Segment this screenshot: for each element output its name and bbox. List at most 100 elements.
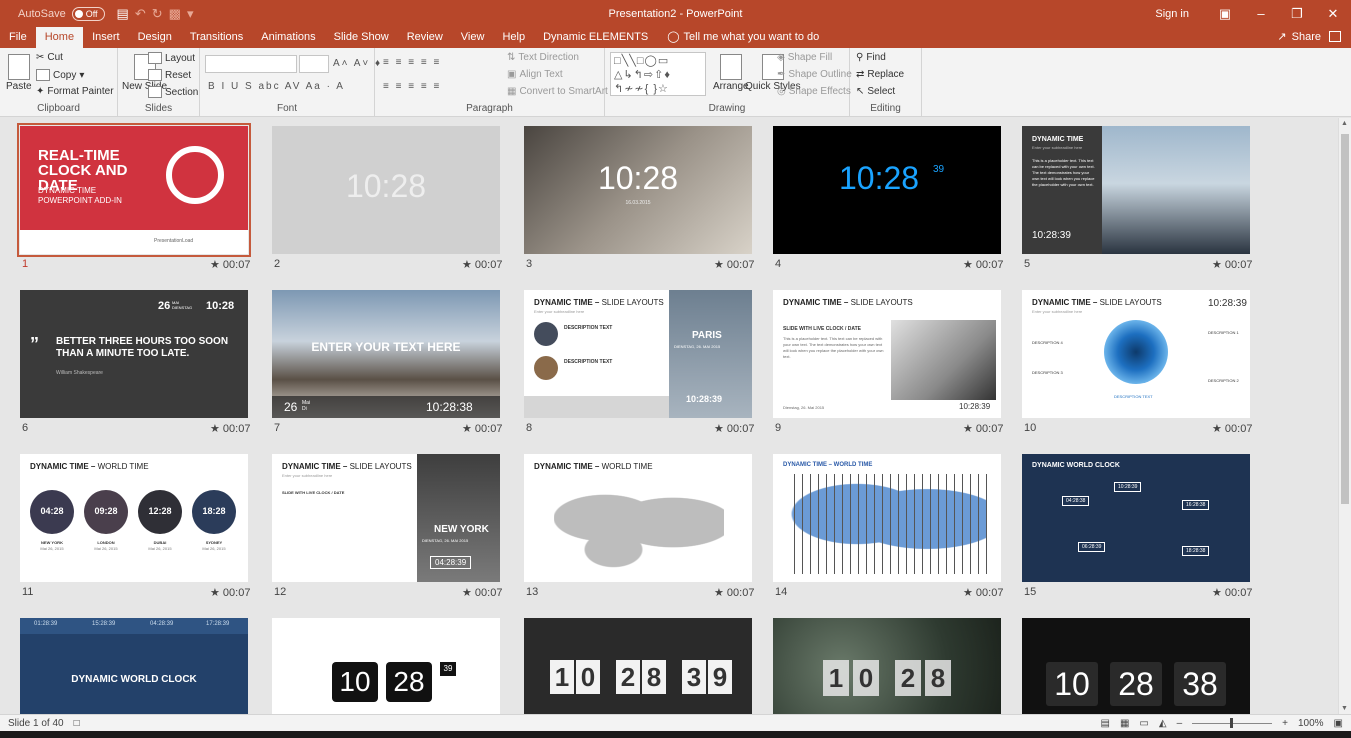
slide-thumbnail[interactable]: DYNAMIC TIME – WORLD TIME [773,454,1001,582]
slide-headline: ENTER YOUR TEXT HERE [311,340,461,354]
slide-thumbnail[interactable]: 10 28 38 [1022,618,1250,714]
alignment-buttons[interactable]: ≡ ≡ ≡ ≡ ≡ [383,81,441,92]
slide-number: 13 [526,586,539,598]
shape-fill-button[interactable]: ◈ Shape Fill [777,52,832,63]
slide-timing: ★ 00:07 [963,587,1004,599]
slide-thumbnail[interactable]: DYNAMIC TIME – SLIDE LAYOUTS SLIDE WITH … [773,290,1001,418]
slide-show-view-icon[interactable]: ◭ [1159,718,1167,729]
logo: PresentationLoad [154,238,194,244]
copy-icon [36,69,50,81]
slide-thumbnail[interactable]: DYNAMIC TIME – SLIDE LAYOUTS Enter your … [1022,290,1250,418]
find-button[interactable]: ⚲ Find [856,52,886,63]
reset-button[interactable]: Reset [148,69,191,81]
cut-button[interactable]: ✂ Cut [36,52,63,63]
date-display: DIENSTAG, 26. MAI 2015 [674,344,721,349]
slide-timing: ★ 00:07 [714,587,755,599]
slide-thumbnail[interactable]: DYNAMIC TIME – SLIDE LAYOUTS Enter your … [524,290,752,418]
replace-button[interactable]: ⇄ Replace [856,69,904,80]
clock-display: 15:28:39 [92,621,116,627]
font-format-buttons[interactable]: B I U S abc AV Aa · A [208,81,345,92]
slide-thumbnail[interactable]: 10:28 [272,126,500,254]
zoom-level[interactable]: 100% [1298,718,1324,729]
close-button[interactable]: ✕ [1315,6,1351,22]
tab-home[interactable]: Home [35,27,84,48]
slide-thumbnail[interactable]: 1 0 2 8 3 9 [524,618,752,714]
paste-button[interactable]: Paste [6,54,32,92]
group-label: Slides [144,103,173,114]
slide-thumbnail[interactable]: DYNAMIC TIME – WORLD TIME [524,454,752,582]
date-display: DIENSTAG, 26. MAI 2015 [422,538,469,543]
zoom-slider[interactable] [1192,718,1273,728]
tell-me-box[interactable]: ◯ Tell me what you want to do [657,27,819,48]
slide-thumbnail[interactable]: 10:28 16.03.2015 [524,126,752,254]
slide-thumbnail[interactable]: 01:28:39 15:28:39 04:28:39 17:28:39 DYNA… [20,618,248,714]
zoom-out-button[interactable]: – [1177,718,1183,729]
align-text-button[interactable]: ▣ Align Text [507,69,563,80]
taskbar [0,731,1351,738]
tab-view[interactable]: View [452,27,494,48]
layout-button[interactable]: Layout [148,52,195,64]
copy-button[interactable]: Copy ▾ [36,69,84,81]
convert-smartart-button[interactable]: ▦ Convert to SmartArt [507,86,608,97]
ribbon-tabs: File Home Insert Design Transitions Anim… [0,27,1351,48]
share-button[interactable]: ↗ Share [1277,27,1321,48]
scroll-up-icon[interactable]: ▲ [1341,120,1348,127]
ribbon-display-options-icon[interactable]: ▣ [1207,6,1243,22]
maximize-button[interactable]: ❐ [1279,6,1315,22]
tab-design[interactable]: Design [129,27,181,48]
redo-icon[interactable]: ↻ [152,6,163,22]
accessibility-icon[interactable]: □ [74,718,80,729]
font-name-box[interactable] [205,55,297,73]
scroll-down-icon[interactable]: ▼ [1341,705,1348,712]
customize-qat-icon[interactable]: ▾ [187,6,194,22]
slide-sorter-view-icon[interactable]: ▦ [1120,718,1129,729]
select-button[interactable]: ↖ Select [856,86,895,97]
reading-view-icon[interactable]: ▭ [1139,718,1148,729]
autosave-toggle[interactable]: Off [71,6,105,21]
slide-timing: ★ 00:07 [462,587,503,599]
fit-to-window-icon[interactable]: ▣ [1334,718,1343,729]
tab-animations[interactable]: Animations [252,27,324,48]
slide-thumbnail[interactable]: ENTER YOUR TEXT HERE 26 Mai Di 10:28:38 [272,290,500,418]
tab-review[interactable]: Review [398,27,452,48]
slide-thumbnail[interactable]: 26 MAI DIENSTAG 10:28 ” BETTER THREE HOU… [20,290,248,418]
slide-thumbnail[interactable]: DYNAMIC TIME – WORLD TIME 04:28 09:28 12… [20,454,248,582]
slide-title: DYNAMIC TIME – SLIDE LAYOUTS [534,298,664,307]
shape-effects-button[interactable]: ◎ Shape Effects [777,86,851,97]
slide-number: 4 [775,258,782,270]
shapes-gallery[interactable]: □╲╲□◯▭ △↳↰⇨⇧♦ ↰≁≁{ }☆ [610,52,706,96]
tab-slide-show[interactable]: Slide Show [325,27,398,48]
shape-outline-button[interactable]: ✒ Shape Outline [777,69,852,80]
text-direction-button[interactable]: ⇅ Text Direction [507,52,579,63]
section-heading: SLIDE WITH LIVE CLOCK / DATE [282,490,345,495]
save-icon[interactable]: ▤ [117,6,129,22]
slide-thumbnail[interactable]: 10 28 39 [272,618,500,714]
zoom-in-button[interactable]: + [1282,718,1288,729]
slide-thumbnail[interactable]: REAL-TIME CLOCK AND DATE DYNAMIC TIME PO… [17,123,251,257]
slide-thumbnail[interactable]: DYNAMIC WORLD CLOCK 10:28:39 04:28:38 16… [1022,454,1250,582]
start-from-beginning-icon[interactable]: ▩ [169,6,181,22]
font-size-box[interactable] [299,55,329,73]
normal-view-icon[interactable]: ▤ [1101,718,1110,729]
group-label: Editing [870,103,901,114]
arrange-button[interactable]: Arrange [713,54,749,92]
sign-in-link[interactable]: Sign in [1155,8,1189,20]
format-painter-button[interactable]: ✦ Format Painter [36,86,114,97]
slide-thumbnail[interactable]: DYNAMIC TIME – SLIDE LAYOUTS Enter your … [272,454,500,582]
slide-thumbnail[interactable]: 10:28 39 [773,126,1001,254]
minimize-button[interactable]: – [1243,6,1279,21]
tab-help[interactable]: Help [493,27,534,48]
scrollbar-thumb[interactable] [1341,134,1349,504]
slide-thumbnail[interactable]: DYNAMIC TIME Enter your subheadline here… [1022,126,1250,254]
undo-icon[interactable]: ↶ [135,6,146,22]
slide-thumbnail[interactable]: 1 0 2 8 [773,618,1001,714]
tab-file[interactable]: File [0,27,36,48]
comments-icon[interactable] [1329,31,1341,42]
tab-transitions[interactable]: Transitions [181,27,252,48]
list-buttons[interactable]: ≡ ≡ ≡ ≡ ≡ [383,57,441,68]
section-button[interactable]: Section [148,86,198,98]
city-name: NEW YORK [41,540,63,545]
tab-dynamic-elements[interactable]: Dynamic ELEMENTS [534,27,657,48]
vertical-scrollbar[interactable]: ▲ ▼ [1338,118,1351,714]
tab-insert[interactable]: Insert [83,27,129,48]
